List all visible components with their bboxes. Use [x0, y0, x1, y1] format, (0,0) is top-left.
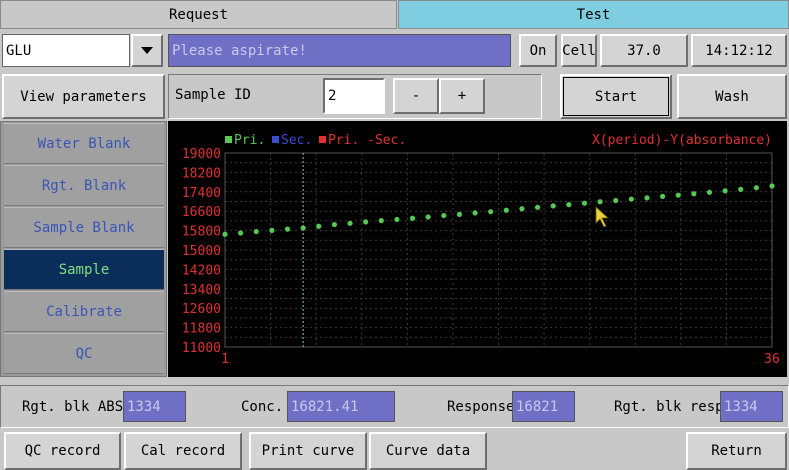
legend-swatch-difference — [319, 136, 326, 143]
data-point — [660, 193, 666, 200]
print-curve-button[interactable]: Print curve — [249, 432, 367, 470]
chart-title: X(period)-Y(absorbance) — [592, 133, 772, 148]
data-point — [628, 196, 634, 202]
legend-swatch-primary — [225, 136, 232, 143]
on-button[interactable]: On — [519, 34, 557, 67]
data-point — [519, 206, 525, 212]
y-tick-label: 17400 — [182, 186, 221, 201]
tab-test[interactable]: Test — [398, 0, 789, 29]
decrement-button[interactable]: - — [393, 78, 439, 114]
data-point — [316, 223, 322, 229]
data-point — [347, 220, 353, 226]
data-point — [581, 200, 588, 206]
increment-button[interactable]: + — [439, 78, 485, 114]
y-tick-label: 14200 — [182, 263, 221, 278]
data-point — [456, 211, 463, 217]
data-point — [706, 189, 713, 195]
response-value: 16821 — [512, 391, 575, 422]
rgt-blk-resp-value: 1334 — [720, 391, 783, 422]
curve-data-button[interactable]: Curve data — [369, 432, 487, 470]
cal-record-button[interactable]: Cal record — [124, 432, 242, 470]
y-tick-label: 19000 — [182, 147, 221, 162]
y-tick-label: 13400 — [182, 283, 221, 298]
sidebar-item-qc[interactable]: QC — [4, 333, 164, 374]
conc-label: Conc. — [241, 399, 284, 415]
y-tick-label: 11000 — [182, 341, 221, 356]
data-point — [550, 203, 556, 209]
y-tick-label: 11800 — [182, 322, 221, 337]
legend-difference: Pri. -Sec. — [328, 133, 406, 148]
data-point — [503, 207, 509, 213]
tab-request[interactable]: Request — [0, 0, 397, 29]
data-point — [331, 221, 337, 228]
data-point — [738, 186, 744, 192]
dropdown-button[interactable] — [131, 34, 163, 67]
y-tick-label: 15000 — [182, 244, 221, 259]
legend-primary: Pri. — [234, 133, 265, 148]
data-point — [722, 188, 728, 194]
sidebar-item-calibrate[interactable]: Calibrate — [4, 291, 164, 332]
data-point — [222, 231, 228, 237]
data-point — [394, 216, 400, 223]
y-tick-label: 18200 — [182, 166, 221, 181]
sidebar-item-sample[interactable]: Sample — [4, 249, 164, 290]
conc-value: 16821.41 — [287, 391, 395, 422]
data-point — [238, 230, 244, 236]
clock-display: 14:12:12 — [691, 34, 787, 67]
sample-id-label: Sample ID — [175, 87, 251, 103]
sample-id-panel: Sample ID 2 - + — [168, 74, 542, 119]
legend-secondary: Sec. — [281, 133, 312, 148]
data-point — [284, 226, 291, 232]
data-point — [409, 215, 416, 221]
data-point — [378, 218, 384, 224]
view-parameters-button[interactable]: View parameters — [2, 74, 165, 119]
qc-record-button[interactable]: QC record — [4, 432, 121, 470]
status-message: Please aspirate! — [168, 34, 511, 67]
data-point — [488, 209, 494, 215]
data-point — [472, 210, 478, 216]
data-point — [769, 183, 775, 189]
cell-button[interactable]: Cell — [561, 34, 597, 67]
sample-id-input[interactable]: 2 — [323, 78, 385, 114]
chevron-down-icon — [141, 46, 153, 54]
data-point — [425, 214, 431, 220]
legend-swatch-secondary — [272, 136, 279, 143]
data-point — [597, 199, 603, 205]
data-point — [441, 212, 447, 219]
data-point — [300, 225, 306, 231]
y-tick-label: 12600 — [182, 302, 221, 317]
absorbance-chart: 19000 18200 17400 16600 15800 15000 14200 13400… — [168, 121, 787, 377]
response-label: Response — [447, 399, 515, 415]
temperature-display: 37.0 — [600, 34, 688, 67]
y-tick-label: 16600 — [182, 205, 221, 220]
y-tick-label: 15800 — [182, 225, 221, 240]
chart-background — [168, 121, 787, 377]
test-select-value[interactable]: GLU — [2, 34, 130, 67]
y-tick-labels: 19000 18200 17400 16600 15800 15000 14200 13400… — [182, 147, 221, 356]
x-tick-label: 36 — [764, 352, 780, 367]
data-point — [613, 197, 619, 204]
rgt-blk-resp-label: Rgt. blk resp — [614, 399, 724, 415]
data-point — [566, 202, 572, 208]
start-button[interactable]: Start — [560, 74, 672, 119]
data-point — [675, 192, 681, 198]
data-point — [269, 227, 275, 233]
sidebar-item-sample-blank[interactable]: Sample Blank — [4, 207, 164, 248]
wash-button[interactable]: Wash — [677, 74, 787, 119]
data-point — [253, 228, 259, 235]
sidebar-item-rgt-blank[interactable]: Rgt. Blank — [4, 165, 164, 206]
x-tick-label: 1 — [221, 352, 229, 367]
data-point — [753, 185, 759, 191]
sidebar-item-water-blank[interactable]: Water Blank — [4, 123, 164, 164]
data-point — [691, 191, 697, 197]
return-button[interactable]: Return — [686, 432, 787, 470]
data-point — [363, 219, 369, 225]
rgt-blk-abs-value: 1334 — [123, 391, 186, 422]
data-point — [534, 204, 541, 210]
rgt-blk-abs-label: Rgt. blk ABS — [22, 399, 124, 415]
data-point — [644, 195, 650, 201]
